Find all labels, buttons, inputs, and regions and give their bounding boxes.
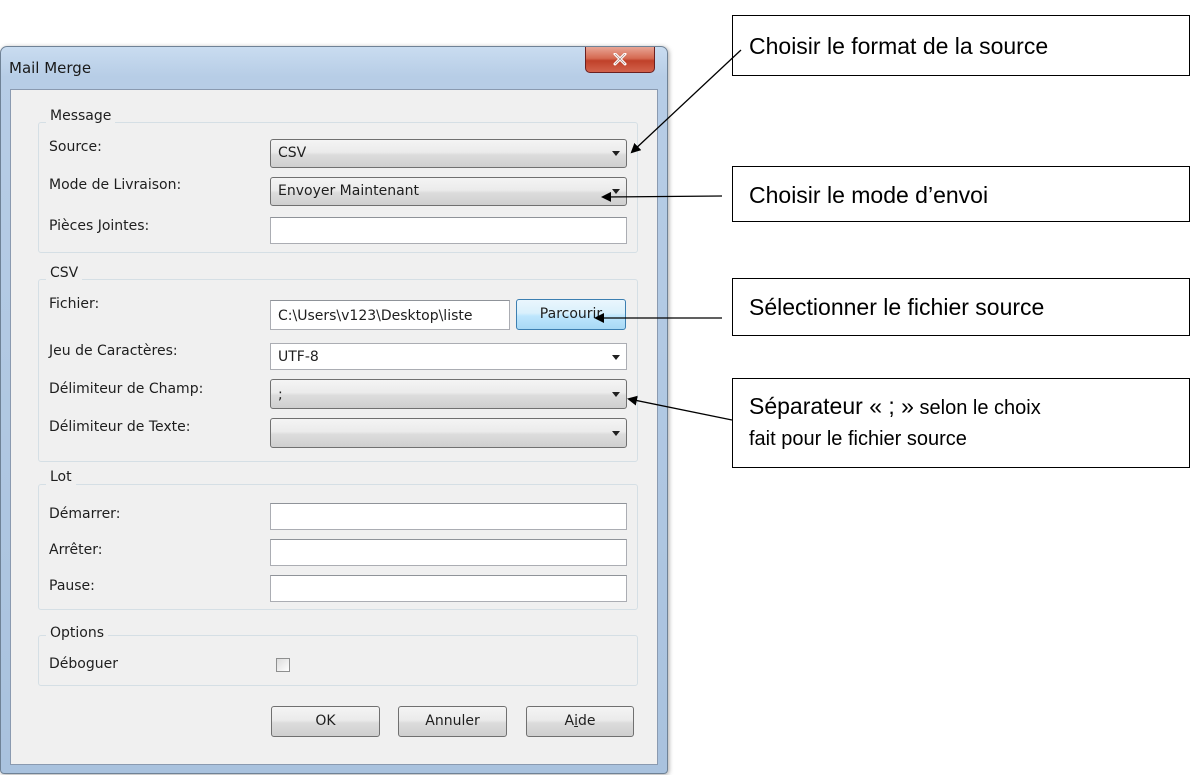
arrow-to-field-delimiter	[627, 395, 733, 421]
arrow-to-delivery-mode	[601, 191, 723, 202]
callout-arrows	[594, 49, 742, 421]
arrow-to-source	[630, 49, 742, 154]
